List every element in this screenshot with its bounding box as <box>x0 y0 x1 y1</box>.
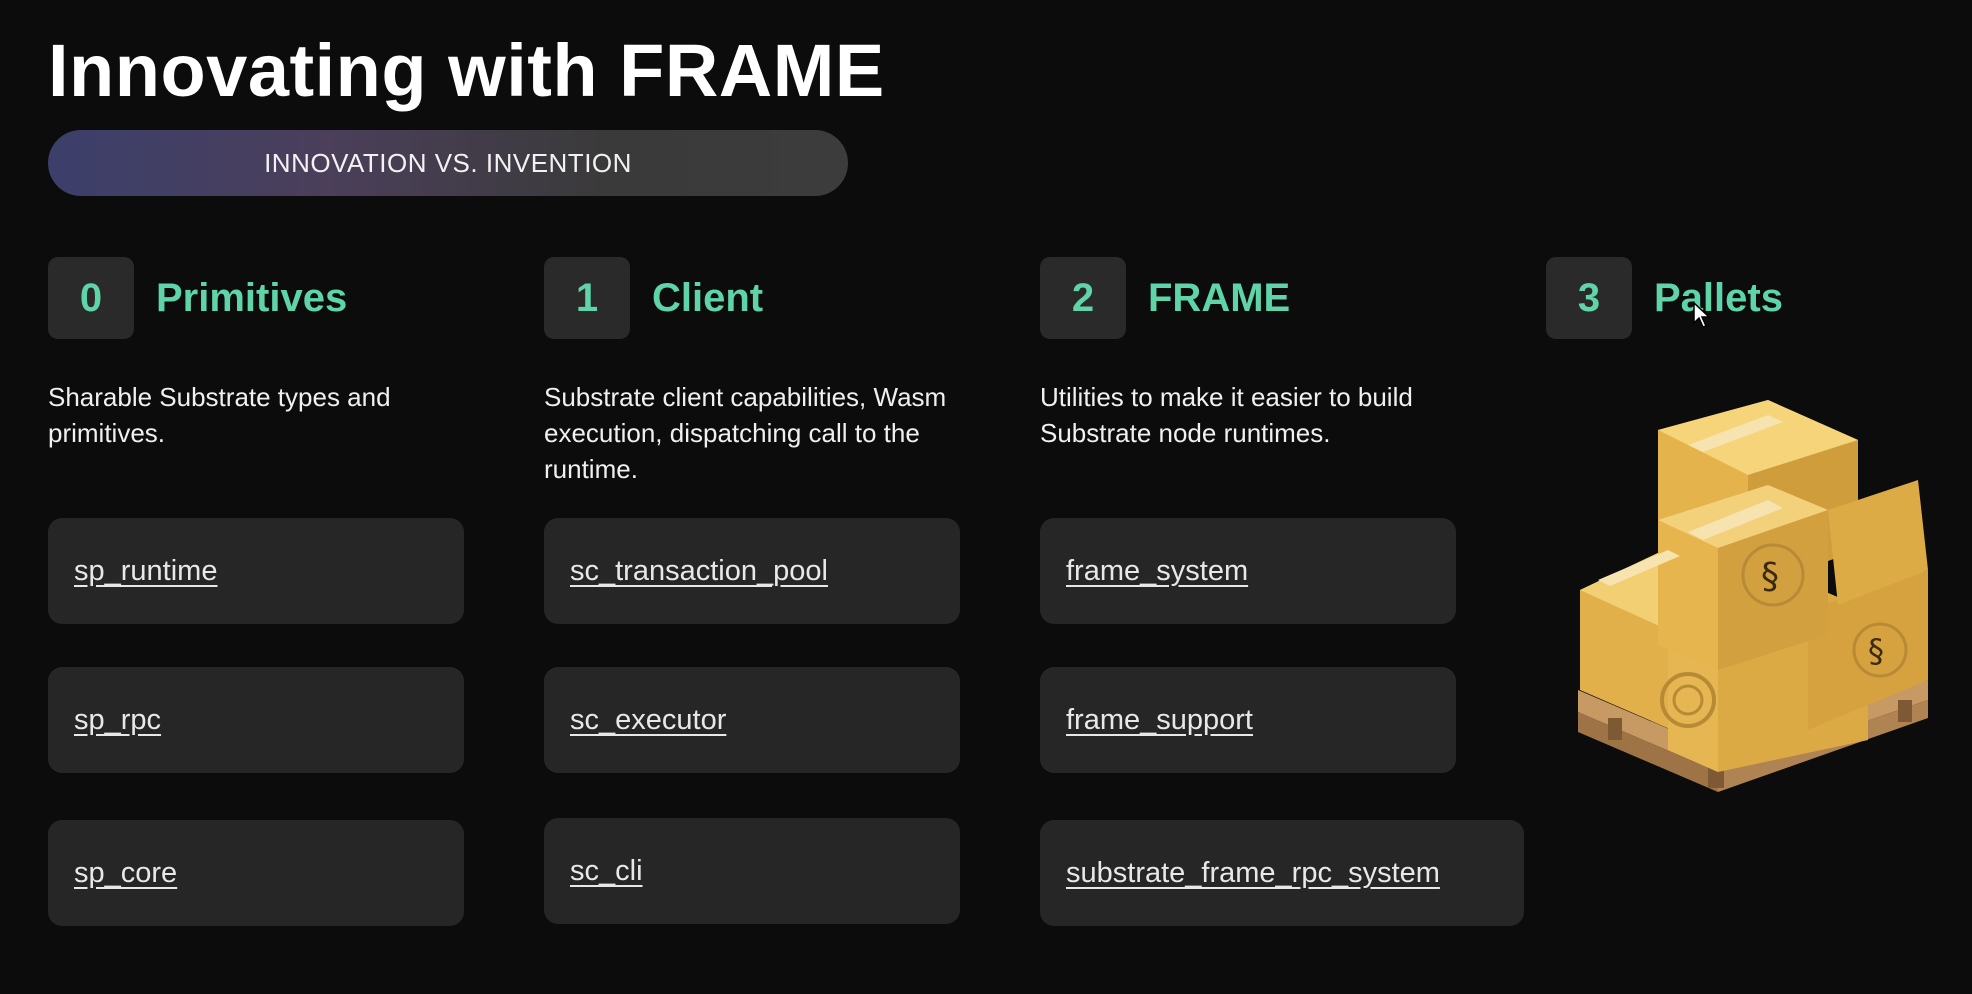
link-sc-cli[interactable]: sc_cli <box>570 851 643 891</box>
column-number: 0 <box>48 257 134 339</box>
svg-text:§: § <box>1868 632 1884 670</box>
column-number: 2 <box>1040 257 1126 339</box>
pallet-boxes-icon: § § <box>1578 400 1928 792</box>
column-pallets: 3 Pallets <box>1546 257 1783 339</box>
subtitle-text: INNOVATION VS. INVENTION <box>264 147 632 178</box>
link-frame-system[interactable]: frame_system <box>1066 551 1248 591</box>
svg-text:§: § <box>1761 556 1779 597</box>
column-title: FRAME <box>1148 275 1291 320</box>
link-sp-runtime[interactable]: sp_runtime <box>74 551 217 591</box>
card-sp-runtime[interactable]: sp_runtime <box>48 518 464 624</box>
column-primitives: 0 Primitives Sharable Substrate types an… <box>48 257 468 487</box>
card-substrate-frame-rpc-system[interactable]: substrate_frame_rpc_system <box>1040 820 1524 926</box>
column-number: 3 <box>1546 257 1632 339</box>
link-substrate-frame-rpc-system[interactable]: substrate_frame_rpc_system <box>1066 853 1486 893</box>
column-description: Utilities to make it easier to build Sub… <box>1040 382 1413 448</box>
column-client: 1 Client Substrate client capabilities, … <box>544 257 964 487</box>
column-header: 3 Pallets <box>1546 257 1783 339</box>
subtitle-pill: INNOVATION VS. INVENTION <box>48 130 848 196</box>
card-frame-system[interactable]: frame_system <box>1040 518 1456 624</box>
card-sc-executor[interactable]: sc_executor <box>544 667 960 773</box>
link-sp-rpc[interactable]: sp_rpc <box>74 700 161 740</box>
link-sc-transaction-pool[interactable]: sc_transaction_pool <box>570 551 828 591</box>
card-sp-rpc[interactable]: sp_rpc <box>48 667 464 773</box>
column-title: Primitives <box>156 275 348 320</box>
link-frame-support[interactable]: frame_support <box>1066 700 1253 740</box>
card-sc-transaction-pool[interactable]: sc_transaction_pool <box>544 518 960 624</box>
column-frame: 2 FRAME Utilities to make it easier to b… <box>1040 257 1460 487</box>
link-sp-core[interactable]: sp_core <box>74 853 177 893</box>
card-frame-support[interactable]: frame_support <box>1040 667 1456 773</box>
slide-title: Innovating with FRAME <box>48 29 885 112</box>
column-title: Client <box>652 275 764 320</box>
column-description: Sharable Substrate types and primitives. <box>48 382 391 448</box>
card-sc-cli[interactable]: sc_cli <box>544 818 960 924</box>
column-description: Substrate client capabilities, Wasm exec… <box>544 382 947 484</box>
column-header: 0 Primitives <box>48 257 468 339</box>
column-header: 1 Client <box>544 257 964 339</box>
column-title: Pallets <box>1654 275 1783 320</box>
column-number: 1 <box>544 257 630 339</box>
link-sc-executor[interactable]: sc_executor <box>570 700 726 740</box>
column-header: 2 FRAME <box>1040 257 1460 339</box>
card-sp-core[interactable]: sp_core <box>48 820 464 926</box>
cursor-icon <box>1693 301 1711 328</box>
